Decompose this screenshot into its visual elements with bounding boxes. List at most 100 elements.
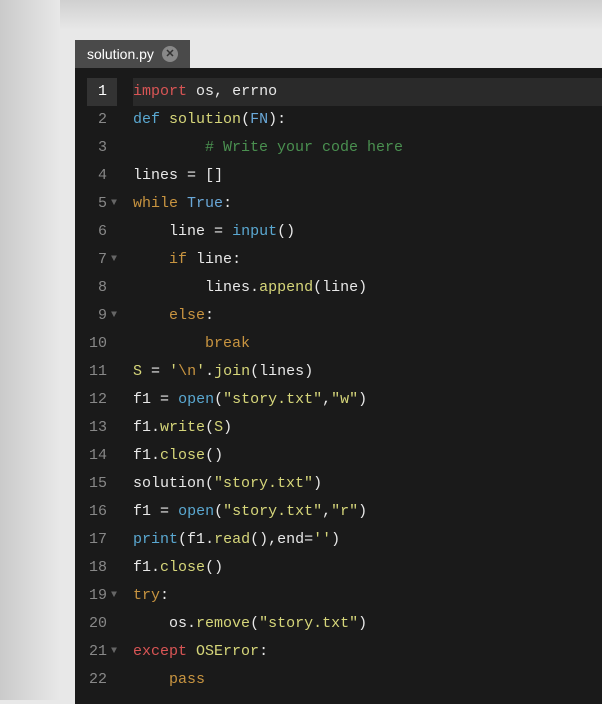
code-token: = bbox=[187, 167, 196, 184]
code-line[interactable]: while True: bbox=[133, 190, 602, 218]
code-line[interactable]: os.remove("story.txt") bbox=[133, 610, 602, 638]
code-line[interactable]: solution("story.txt") bbox=[133, 470, 602, 498]
code-line[interactable]: except OSError: bbox=[133, 638, 602, 666]
code-token: ( bbox=[214, 503, 223, 520]
page-background-top bbox=[0, 0, 602, 30]
file-tab[interactable]: solution.py ✕ bbox=[75, 40, 190, 68]
line-number: 4 bbox=[87, 162, 117, 190]
code-token: def bbox=[133, 111, 160, 128]
code-token: ) bbox=[358, 391, 367, 408]
code-token: . bbox=[151, 419, 160, 436]
code-token: solution bbox=[133, 475, 205, 492]
close-icon[interactable]: ✕ bbox=[162, 46, 178, 62]
code-token: : bbox=[223, 195, 232, 212]
line-number: 22 bbox=[87, 666, 117, 694]
code-line[interactable]: lines.append(line) bbox=[133, 274, 602, 302]
code-token bbox=[133, 671, 169, 688]
code-line[interactable]: f1.write(S) bbox=[133, 414, 602, 442]
code-line[interactable]: f1 = open("story.txt","w") bbox=[133, 386, 602, 414]
code-token: lines bbox=[133, 279, 250, 296]
line-number-gutter: 1 2 3 4 5▼6 7▼8 9▼10 11 12 13 14 15 16 1… bbox=[75, 68, 125, 704]
line-number: 11 bbox=[87, 358, 117, 386]
code-token: ( bbox=[250, 615, 259, 632]
code-token: f1 bbox=[133, 447, 151, 464]
code-line[interactable]: f1 = open("story.txt","r") bbox=[133, 498, 602, 526]
line-number: 14 bbox=[87, 442, 117, 470]
code-token: . bbox=[151, 559, 160, 576]
line-number: 19▼ bbox=[87, 582, 117, 610]
code-content[interactable]: import os, errnodef solution(FN): # Writ… bbox=[125, 68, 602, 704]
code-line[interactable]: lines = [] bbox=[133, 162, 602, 190]
code-token: except bbox=[133, 643, 187, 660]
code-token: ) bbox=[313, 475, 322, 492]
code-token: os bbox=[133, 615, 187, 632]
code-line[interactable]: line = input() bbox=[133, 218, 602, 246]
code-token: solution bbox=[169, 111, 241, 128]
code-token: os bbox=[187, 83, 214, 100]
code-token: read bbox=[214, 531, 250, 548]
code-token: f1 bbox=[133, 503, 160, 520]
code-token: . bbox=[151, 447, 160, 464]
code-token: . bbox=[205, 531, 214, 548]
code-token: remove bbox=[196, 615, 250, 632]
code-token: input bbox=[232, 223, 277, 240]
code-token: = bbox=[151, 363, 160, 380]
line-number: 15 bbox=[87, 470, 117, 498]
code-line[interactable]: print(f1.read(),end='') bbox=[133, 526, 602, 554]
code-token: errno bbox=[223, 83, 277, 100]
fold-marker-icon[interactable]: ▼ bbox=[111, 190, 117, 218]
code-line[interactable]: S = '\n'.join(lines) bbox=[133, 358, 602, 386]
code-line[interactable]: # Write your code here bbox=[133, 134, 602, 162]
code-token: S bbox=[133, 363, 142, 380]
code-token bbox=[133, 139, 205, 156]
line-number: 21▼ bbox=[87, 638, 117, 666]
page-background-left bbox=[0, 0, 60, 700]
code-line[interactable]: else: bbox=[133, 302, 602, 330]
code-token: FN bbox=[250, 111, 268, 128]
code-token: [] bbox=[205, 167, 223, 184]
code-line[interactable]: pass bbox=[133, 666, 602, 694]
code-token: ) bbox=[358, 615, 367, 632]
fold-marker-icon[interactable]: ▼ bbox=[111, 582, 117, 610]
code-line[interactable]: break bbox=[133, 330, 602, 358]
code-token bbox=[169, 503, 178, 520]
code-token: line bbox=[322, 279, 358, 296]
code-token: = bbox=[160, 503, 169, 520]
code-token: : bbox=[160, 587, 169, 604]
fold-marker-icon[interactable]: ▼ bbox=[111, 638, 117, 666]
code-token: = bbox=[160, 391, 169, 408]
code-area[interactable]: 1 2 3 4 5▼6 7▼8 9▼10 11 12 13 14 15 16 1… bbox=[75, 68, 602, 704]
code-token: import bbox=[133, 83, 187, 100]
code-token: write bbox=[160, 419, 205, 436]
code-token: '' bbox=[313, 531, 331, 548]
line-number: 5▼ bbox=[87, 190, 117, 218]
code-line[interactable]: import os, errno bbox=[133, 78, 602, 106]
code-token: : bbox=[259, 643, 268, 660]
code-line[interactable]: if line: bbox=[133, 246, 602, 274]
code-token: OSError bbox=[196, 643, 259, 660]
code-line[interactable]: try: bbox=[133, 582, 602, 610]
code-token: while bbox=[133, 195, 178, 212]
code-token: ) bbox=[304, 363, 313, 380]
code-token: (), bbox=[250, 531, 277, 548]
code-token: ' bbox=[169, 363, 178, 380]
code-token: else bbox=[169, 307, 205, 324]
code-token: . bbox=[187, 615, 196, 632]
fold-marker-icon[interactable]: ▼ bbox=[111, 302, 117, 330]
tab-bar: solution.py ✕ bbox=[75, 40, 602, 68]
code-token: ( bbox=[313, 279, 322, 296]
code-token: end bbox=[277, 531, 304, 548]
code-line[interactable]: f1.close() bbox=[133, 442, 602, 470]
fold-marker-icon[interactable]: ▼ bbox=[111, 246, 117, 274]
code-token: close bbox=[160, 559, 205, 576]
code-token bbox=[178, 195, 187, 212]
code-token bbox=[196, 167, 205, 184]
code-line[interactable]: f1.close() bbox=[133, 554, 602, 582]
code-token bbox=[133, 307, 169, 324]
code-token: , bbox=[322, 391, 331, 408]
code-line[interactable]: def solution(FN): bbox=[133, 106, 602, 134]
code-token: ' bbox=[196, 363, 205, 380]
line-number: 6 bbox=[87, 218, 117, 246]
line-number: 10 bbox=[87, 330, 117, 358]
line-number: 18 bbox=[87, 554, 117, 582]
